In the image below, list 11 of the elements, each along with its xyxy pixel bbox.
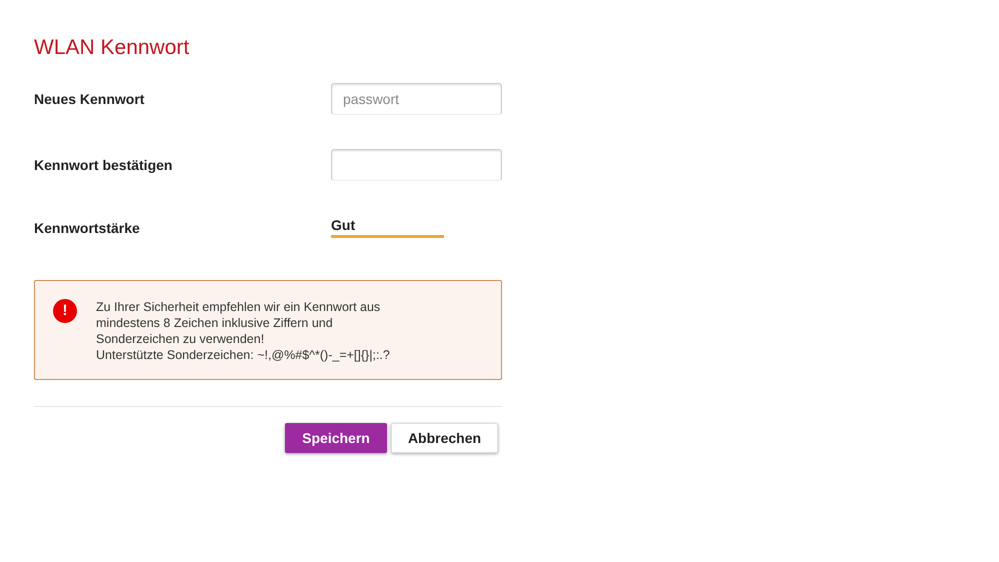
password-field[interactable]	[331, 148, 502, 180]
error-icon: !	[53, 299, 77, 323]
strength-value: Gut	[331, 217, 356, 233]
save-button[interactable]: Speichern	[285, 423, 387, 453]
page-title: WLAN Kennwort	[34, 35, 190, 61]
cancel-button[interactable]: Abbrechen	[391, 423, 498, 453]
field-label: Kennwort bestätigen	[34, 156, 172, 172]
alert-message: Zu Ihrer Sicherheit empfehlen wir ein Kennwort aus mindestens 8 Zeichen inklusive Ziffern und Sonderzeichen zu verwenden! Unterstützte Sonderzeichen: ~!,@%#$^*()-_=+[]{}|;:.?	[96, 299, 390, 363]
field-label: Neues Kennwort	[34, 90, 144, 106]
password-field[interactable]: passwort	[331, 82, 502, 114]
strength-label: Kennwortstärke	[34, 220, 140, 236]
